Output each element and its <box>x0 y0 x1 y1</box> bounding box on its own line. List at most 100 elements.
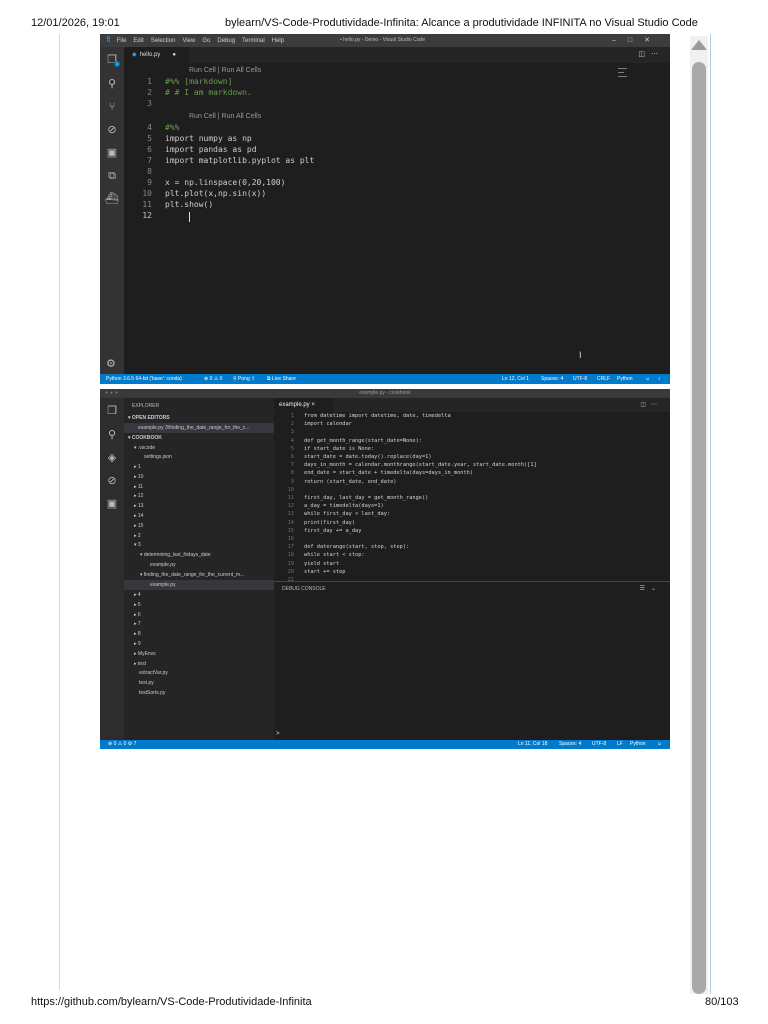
tree-item[interactable]: ▸ 14 <box>134 513 143 519</box>
tree-item[interactable]: ▸ 4 <box>134 592 141 598</box>
status-spaces[interactable]: Spaces: 4 <box>559 740 581 749</box>
status-encoding[interactable]: UTF-8 <box>573 374 587 384</box>
status-encoding[interactable]: UTF-8 <box>592 740 606 749</box>
tree-item[interactable]: test.py <box>139 680 154 686</box>
open-editor-item[interactable]: example.py 3\finding_the_date_range_for_… <box>138 425 249 431</box>
traffic-lights[interactable]: ●●● <box>105 389 120 398</box>
code-text: import calendar <box>304 421 352 428</box>
status-problems[interactable]: ⊗ 0 ⚠ 0 <box>204 374 222 384</box>
tree-item[interactable]: testSorts.py <box>139 690 165 696</box>
line-number: 1 <box>290 413 294 419</box>
tree-item[interactable]: ▸ 5 <box>134 602 141 608</box>
panel-actions[interactable]: ☰⌄ <box>640 585 662 592</box>
code-editor[interactable]: ▬▬▬ ▬▬ ▬▬▬ Run Cell | Run All Cells 1 #%% [… <box>124 63 670 374</box>
status-eol[interactable]: CRLF <box>597 374 610 384</box>
debug-console-tab[interactable]: DEBUG CONSOLE <box>282 586 326 592</box>
status-eol[interactable]: LF <box>617 740 623 749</box>
debug-icon[interactable]: ⊘ <box>105 474 119 488</box>
editor-actions[interactable]: ◫⋯ <box>640 401 662 408</box>
menu-file[interactable]: File <box>117 38 127 44</box>
line-number: 18 <box>287 552 294 559</box>
tree-item[interactable]: example.py <box>150 582 176 588</box>
tree-item[interactable]: ▸ 2 <box>134 533 141 539</box>
cookbook-folder-header[interactable]: ▾ COOKBOOK <box>128 435 162 441</box>
tree-item[interactable]: ▸ 6 <box>134 612 141 618</box>
status-language[interactable]: Python <box>630 740 646 749</box>
search-icon[interactable]: ⚲ <box>105 428 119 442</box>
line-number: 2 <box>290 421 294 428</box>
line-number: 17 <box>287 544 294 551</box>
code-editor[interactable]: example.py × ◫⋯ 1 from datetime import da… <box>274 398 670 583</box>
page-margin-line <box>59 34 60 990</box>
extensions-icon[interactable]: ▣ <box>105 146 119 160</box>
tree-item[interactable]: settings.json <box>144 454 172 460</box>
code-area[interactable]: 1 from datetime import datetime, date, ti… <box>274 413 670 583</box>
status-cursor-position[interactable]: Ln 12, Col 1 <box>502 374 529 384</box>
tree-item[interactable]: ▾ 3 <box>134 542 141 548</box>
code-line: 11 plt.show() <box>142 200 214 209</box>
status-pong[interactable]: ⚲ Pong ⇧ <box>233 374 255 384</box>
tree-item[interactable]: ▸ 7 <box>134 621 141 627</box>
menu-go[interactable]: Go <box>202 38 210 44</box>
gear-icon[interactable]: ⚙ <box>106 357 116 370</box>
files-icon[interactable]: ❐ <box>105 404 119 418</box>
menu-selection[interactable]: Selection <box>151 38 176 44</box>
menu-edit[interactable]: Edit <box>133 38 143 44</box>
tree-item[interactable]: extractVar.py <box>139 670 168 676</box>
tree-item[interactable]: ▾ determining_last_fridays_date <box>140 552 211 558</box>
status-language[interactable]: Python <box>617 374 633 384</box>
tree-item[interactable]: ▾ finding_the_date_range_for_the_current… <box>140 572 244 578</box>
tree-item[interactable]: example.py <box>150 562 176 568</box>
tree-item[interactable]: ▸ MyEnvs <box>134 651 156 657</box>
tree-item[interactable]: ▸ 15 <box>134 523 143 529</box>
code-line: 5 if start_date is None: <box>274 446 654 454</box>
codelens-run-cell[interactable]: Run Cell | Run All Cells <box>189 113 261 120</box>
tree-item[interactable]: ▸ 11 <box>134 484 143 490</box>
scrollbar-thumb[interactable] <box>692 62 706 994</box>
scroll-up-arrow-icon[interactable] <box>691 40 707 50</box>
editor-actions[interactable]: ◫⋯ <box>638 50 664 58</box>
tree-item[interactable]: ▸ 10 <box>134 474 143 480</box>
line-number: 11 <box>287 495 294 501</box>
menu-help[interactable]: Help <box>272 38 284 44</box>
tree-item[interactable]: ▾ .vscode <box>134 445 155 451</box>
tab-hello-py[interactable]: ◆ hello.py ● <box>124 47 190 63</box>
tab-example-py[interactable]: example.py × <box>274 398 334 412</box>
console-prompt[interactable]: > <box>276 731 280 737</box>
status-problems[interactable]: ⊗ 0 ⚠ 0 ⚙ 7 <box>108 740 136 749</box>
source-control-icon[interactable]: ⑂ <box>105 100 119 114</box>
code-text: yield start <box>304 560 340 567</box>
tree-item[interactable]: ▸ 1 <box>134 464 141 470</box>
tree-item[interactable]: ▸ 12 <box>134 493 143 499</box>
tree-item[interactable]: ▸ 8 <box>134 631 141 637</box>
open-editors-header[interactable]: ▾ OPEN EDITORS <box>128 415 170 421</box>
status-cursor-position[interactable]: Ln 11, Col 18 <box>518 740 547 749</box>
line-number: 8 <box>290 470 294 477</box>
tree-item[interactable]: ▸ 9 <box>134 641 141 647</box>
explorer-title: EXPLORER <box>132 403 160 409</box>
search-icon[interactable]: ⚲ <box>105 77 119 91</box>
window-controls[interactable]: –□✕ <box>612 36 662 44</box>
source-control-icon[interactable]: ◈ <box>105 451 119 465</box>
tree-item[interactable]: ▸ test <box>134 661 146 667</box>
code-line: 14 print(first_day) <box>274 520 654 528</box>
menu-terminal[interactable]: Terminal <box>242 38 265 44</box>
tree-item[interactable]: ▸ 13 <box>134 503 143 509</box>
status-python-interpreter[interactable]: Python 3.6.5 64-bit ('base': conda) <box>106 374 182 384</box>
menu-debug[interactable]: Debug <box>217 38 235 44</box>
codelens-run-cell[interactable]: Run Cell | Run All Cells <box>189 67 261 74</box>
code-line: 6 start_date = date.today().replace(day=… <box>274 454 654 462</box>
status-liveshare[interactable]: ⧉ Live Share <box>267 374 296 384</box>
code-line: 18 while start < stop: <box>274 552 654 560</box>
docker-icon[interactable]: ⛴ <box>105 192 119 206</box>
code-text: first_day, last_day = get_month_range() <box>304 495 429 501</box>
extensions-icon[interactable]: ▣ <box>105 497 119 511</box>
feedback-icon[interactable]: ☺ <box>657 740 662 749</box>
remote-explorer-icon[interactable]: ⧉ <box>105 169 119 183</box>
menu-view[interactable]: View <box>182 38 195 44</box>
status-spaces[interactable]: Spaces: 4 <box>541 374 563 384</box>
bell-icon[interactable]: ♪ <box>658 374 661 384</box>
debug-icon[interactable]: ⊘ <box>105 123 119 137</box>
feedback-icon[interactable]: ☺ <box>645 374 650 384</box>
code-line: 4 def get_month_range(start_date=None): <box>274 438 654 446</box>
